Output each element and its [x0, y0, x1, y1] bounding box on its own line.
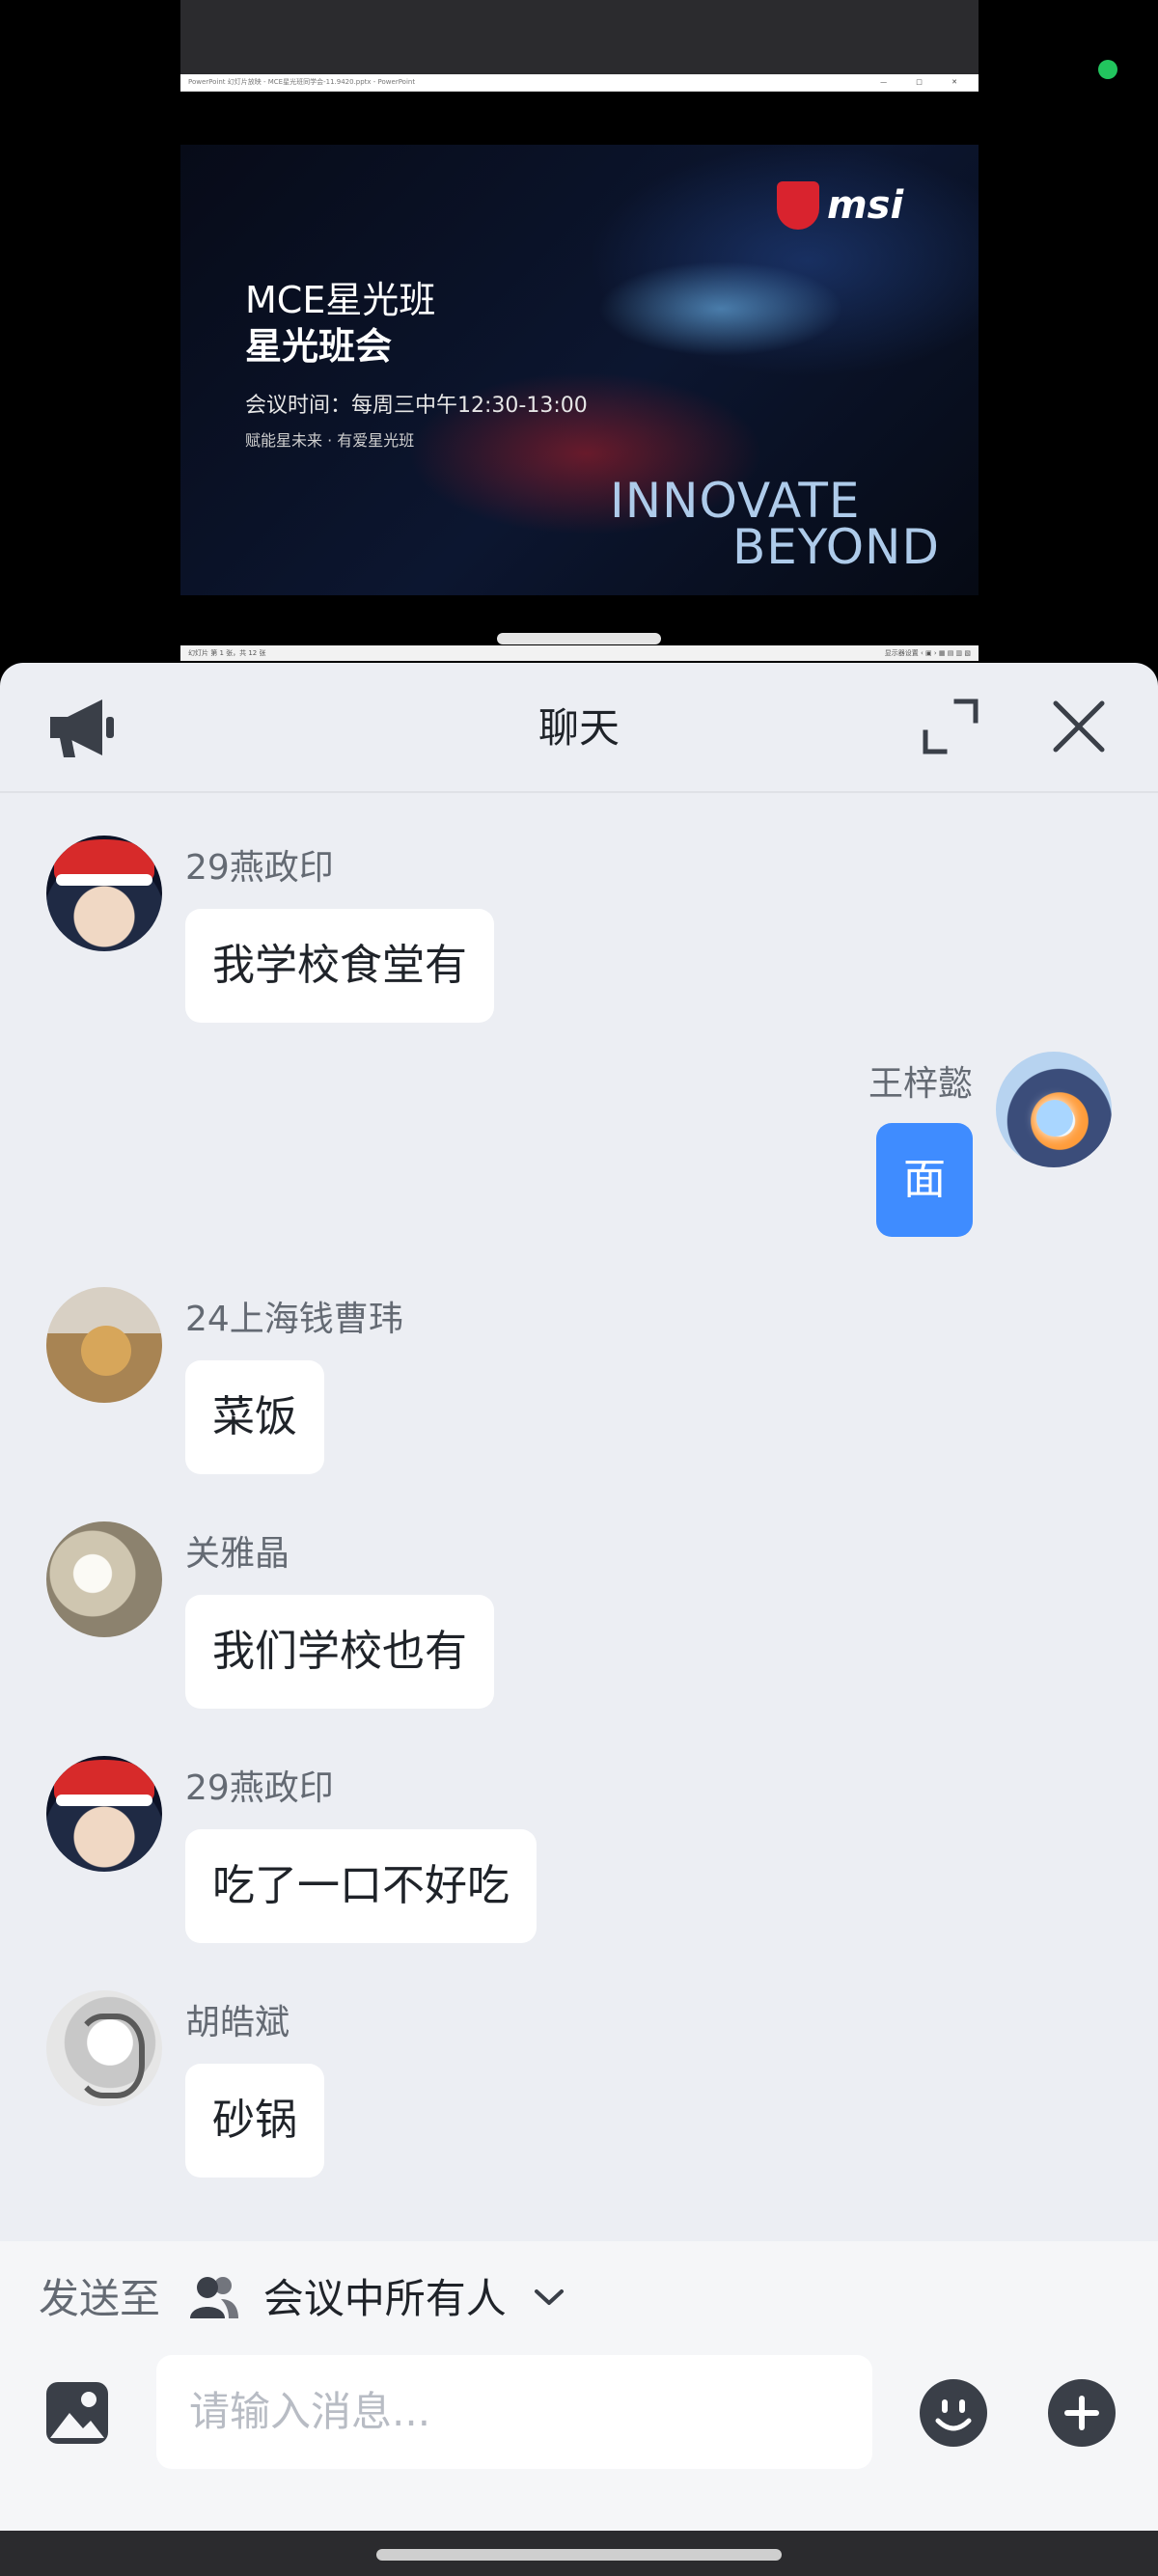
send-to-label: 发送至: [39, 2275, 161, 2322]
avatar[interactable]: [996, 1052, 1112, 1167]
chevron-down-icon: [533, 2269, 565, 2305]
ppt-status-bar: 幻灯片 第 1 张，共 12 张 显示器设置 ‹ ▣ › ▦ ▤ ▥ ▧: [180, 645, 979, 661]
composer: 发送至 会议中所有人 请输入消息...: [0, 2241, 1158, 2576]
chat-panel: 聊天 29燕政印 我学校食堂有 王梓懿 面 24上海钱曹玮 菜饭 关雅晶 我们学…: [0, 663, 1158, 2576]
message-bubble[interactable]: 我们学校也有: [185, 1595, 494, 1709]
avatar[interactable]: [46, 836, 162, 951]
shared-screen-area: PowerPoint 幻灯片放映 - MCE星光班同学会-11.9420.ppt…: [0, 0, 1158, 675]
send-to-selector[interactable]: 发送至 会议中所有人: [39, 2266, 565, 2324]
ppt-slide-counter: 幻灯片 第 1 张，共 12 张: [188, 649, 266, 657]
message-sender: 29燕政印: [185, 1768, 334, 1808]
avatar-sketch: [75, 2014, 145, 2098]
slide-tagline: 赋能星未来 · 有爱星光班: [245, 431, 415, 450]
message-sender: 王梓懿: [868, 1064, 973, 1104]
avatar[interactable]: [46, 1756, 162, 1872]
close-icon[interactable]: [1050, 698, 1108, 755]
message-list[interactable]: 29燕政印 我学校食堂有 王梓懿 面 24上海钱曹玮 菜饭 关雅晶 我们学校也有: [0, 791, 1158, 2240]
message-sender: 29燕政印: [185, 848, 334, 888]
ppt-title-bar: PowerPoint 幻灯片放映 - MCE星光班同学会-11.9420.ppt…: [180, 74, 979, 92]
chat-message-self: 王梓懿 面: [0, 1023, 1158, 1258]
message-bubble[interactable]: 砂锅: [185, 2064, 324, 2178]
avatar-dog: [81, 1326, 131, 1376]
message-sender: 胡皓斌: [185, 2003, 290, 2042]
recipient-label: 会议中所有人: [262, 2275, 507, 2322]
slide-title-line2: 星光班会: [245, 325, 393, 368]
image-icon[interactable]: [44, 2380, 110, 2446]
slide-slogan-line2: BEYOND: [732, 519, 940, 575]
ppt-window-controls: — □ ✕: [880, 78, 971, 86]
home-indicator[interactable]: [376, 2549, 782, 2561]
slide: msi MCE星光班 星光班会 会议时间：每周三中午12:30-13:00 赋能…: [180, 145, 979, 595]
chat-title: 聊天: [538, 704, 620, 752]
ppt-view-controls: 显示器设置 ‹ ▣ › ▦ ▤ ▥ ▧: [884, 649, 971, 657]
video-top-bar: [180, 0, 979, 74]
ppt-window-title: PowerPoint 幻灯片放映 - MCE星光班同学会-11.9420.ppt…: [188, 78, 416, 86]
santa-hat-brim: [56, 874, 152, 886]
chat-message: 29燕政印 吃了一口不好吃: [0, 1727, 1158, 1961]
avatar[interactable]: [46, 1287, 162, 1403]
people-icon: [188, 2274, 240, 2320]
expand-icon[interactable]: [922, 698, 979, 755]
avatar[interactable]: [46, 1990, 162, 2106]
drag-handle[interactable]: [497, 633, 661, 644]
emoji-icon[interactable]: [919, 2378, 988, 2448]
message-bubble[interactable]: 面: [876, 1123, 973, 1237]
msi-logo-text: msi: [827, 183, 904, 228]
avatar[interactable]: [46, 1521, 162, 1637]
msi-logo: msi: [777, 181, 946, 233]
live-indicator: [1098, 60, 1117, 79]
santa-hat-brim: [56, 1795, 152, 1806]
message-sender: 24上海钱曹玮: [185, 1300, 403, 1339]
shared-ppt-window: PowerPoint 幻灯片放映 - MCE星光班同学会-11.9420.ppt…: [180, 74, 979, 661]
slide-meeting-time: 会议时间：每周三中午12:30-13:00: [245, 394, 588, 418]
message-input[interactable]: 请输入消息...: [156, 2355, 872, 2469]
message-bubble[interactable]: 吃了一口不好吃: [185, 1829, 537, 1943]
message-bubble[interactable]: 菜饭: [185, 1360, 324, 1474]
chat-message: 29燕政印 我学校食堂有: [0, 791, 1158, 1023]
chat-message: 关雅晶 我们学校也有: [0, 1493, 1158, 1727]
message-bubble[interactable]: 我学校食堂有: [185, 909, 494, 1023]
avatar-glow: [1036, 1100, 1073, 1137]
message-sender: 关雅晶: [185, 1534, 290, 1574]
input-row: 请输入消息...: [0, 2341, 1158, 2485]
chat-header: 聊天: [0, 663, 1158, 793]
msi-dragon-shield-icon: [777, 181, 819, 230]
chat-message: 24上海钱曹玮 菜饭: [0, 1258, 1158, 1493]
chat-message: 胡皓斌 砂锅: [0, 1961, 1158, 2212]
slide-title-line1: MCE星光班: [245, 279, 436, 321]
plus-icon[interactable]: [1047, 2378, 1117, 2448]
